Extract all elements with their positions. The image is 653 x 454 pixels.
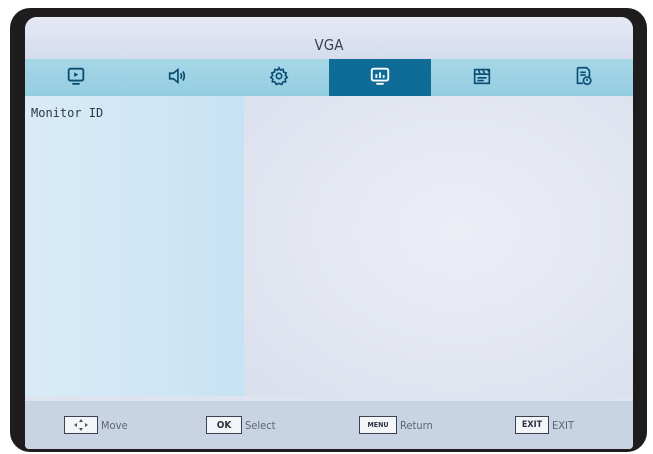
menu-title: VGA — [25, 17, 633, 59]
tab-bar — [25, 59, 633, 96]
tab-settings[interactable] — [228, 59, 329, 96]
hint-return-label: Return — [400, 418, 433, 432]
menu-list: Monitor ID — [25, 96, 244, 396]
footer-hints: Move OK Select MENU Return EXIT EXIT — [25, 401, 633, 449]
monitor-icon — [369, 65, 391, 91]
tab-audio[interactable] — [126, 59, 228, 96]
hint-exit-label: EXIT — [552, 418, 574, 432]
picture-icon — [65, 65, 87, 91]
dpad-icon — [64, 416, 98, 434]
clapperboard-icon — [471, 65, 493, 91]
menu-detail-pane — [244, 96, 633, 396]
hint-exit: EXIT EXIT — [515, 416, 574, 434]
exit-key: EXIT — [515, 416, 549, 434]
tab-info[interactable] — [532, 59, 633, 96]
gear-icon — [268, 65, 290, 91]
hint-move-label: Move — [101, 418, 128, 432]
tab-media[interactable] — [431, 59, 532, 96]
hint-select-label: Select — [245, 418, 276, 432]
hint-return: MENU Return — [359, 416, 433, 434]
tab-display[interactable] — [329, 59, 431, 96]
hint-select: OK Select — [206, 416, 276, 434]
ok-key: OK — [206, 416, 242, 434]
hint-move: Move — [64, 416, 128, 434]
speaker-icon — [166, 65, 188, 91]
menu-key: MENU — [359, 416, 397, 434]
tab-picture[interactable] — [25, 59, 126, 96]
menu-item-monitor-id[interactable]: Monitor ID — [31, 106, 103, 120]
document-info-icon — [572, 65, 594, 91]
osd-menu: VGA Monitor ID Move OK Select MENU Retur… — [25, 17, 633, 449]
